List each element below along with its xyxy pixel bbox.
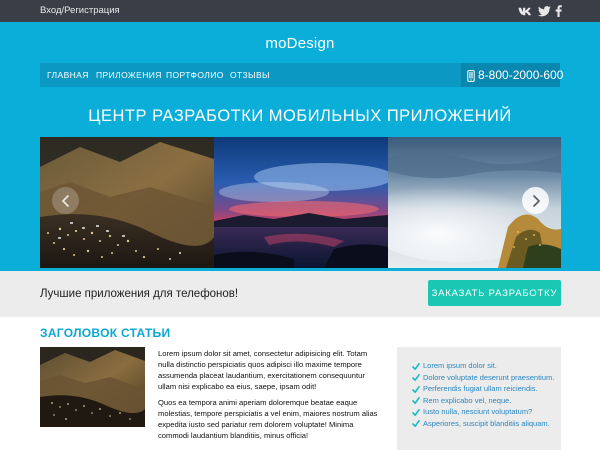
image-slider[interactable] xyxy=(40,137,561,268)
top-bar: Вход/Регистрация xyxy=(0,0,600,22)
list-item[interactable]: Perferendis fugiat ullam reiciendis. xyxy=(412,384,561,394)
article-body: Lorem ipsum dolor sit amet, consectetur … xyxy=(158,348,380,446)
hero-title: ЦЕНТР РАЗРАБОТКИ МОБИЛЬНЫХ ПРИЛОЖЕНИЙ xyxy=(88,107,512,125)
checkmark-icon xyxy=(412,397,420,404)
slider-next-button[interactable] xyxy=(522,187,549,214)
checkmark-icon xyxy=(412,385,420,393)
list-item-label: Rem explicabo vel, neque. xyxy=(423,395,512,405)
side-panel: Lorem ipsum dolor sit. Dolore voluptate … xyxy=(397,347,561,450)
article-paragraph: Quos ea tempora animi aperiam doloremque… xyxy=(158,398,378,440)
header: moDesign ГЛАВНАЯ ПРИЛОЖЕНИЯ ПОРТФОЛИО ОТ… xyxy=(0,22,600,271)
nav-item-apps[interactable]: ПРИЛОЖЕНИЯ xyxy=(96,70,162,80)
order-development-button[interactable]: ЗАКАЗАТЬ РАЗРАБОТКУ xyxy=(428,280,561,306)
twitter-icon[interactable] xyxy=(537,4,551,18)
list-item[interactable]: Dolore voluptate deserunt praesentium. xyxy=(412,373,561,383)
nav-item-portfolio[interactable]: ПОРТФОЛИО xyxy=(166,70,224,80)
nav-item-home[interactable]: ГЛАВНАЯ xyxy=(47,70,89,80)
sunset-lake-photo xyxy=(214,137,388,268)
facebook-icon[interactable] xyxy=(554,4,563,18)
article-title: ЗАГОЛОВОК СТАТЬИ xyxy=(40,326,171,340)
article-image xyxy=(40,347,145,427)
phone-box[interactable]: 8-800-2000-600 xyxy=(461,63,564,87)
cta-text: Лучшие приложения для телефонов! xyxy=(40,288,239,300)
checkmark-icon xyxy=(412,408,420,416)
login-register-link[interactable]: Вход/Регистрация xyxy=(40,5,120,16)
phone-number: 8-800-2000-600 xyxy=(478,68,564,82)
list-item-label: Asperiores, suscipit blanditiis aliquam. xyxy=(423,418,550,428)
main-nav: ГЛАВНАЯ ПРИЛОЖЕНИЯ ПОРТФОЛИО ОТЗЫВЫ 8-80… xyxy=(40,63,564,87)
list-item-label: Lorem ipsum dolor sit. xyxy=(423,361,497,370)
mountain-town-thumbnail xyxy=(40,347,145,427)
slider-prev-button[interactable] xyxy=(52,187,79,214)
article-paragraph: Lorem ipsum dolor sit amet, consectetur … xyxy=(158,349,368,391)
cta-band: Лучшие приложения для телефонов! ЗАКАЗАТ… xyxy=(0,271,600,317)
checkmark-icon xyxy=(412,374,420,381)
chevron-right-icon xyxy=(532,194,540,207)
list-item-label: Perferendis fugiat ullam reiciendis. xyxy=(423,384,538,393)
checkmark-icon xyxy=(412,420,420,427)
list-item[interactable]: Iusto nulla, nesciunt voluptatum? xyxy=(412,407,561,417)
vk-icon[interactable] xyxy=(517,4,533,18)
list-item[interactable]: Asperiores, suscipit blanditiis aliquam. xyxy=(412,419,561,429)
checkmark-icon xyxy=(412,362,420,370)
list-item-label: Iusto nulla, nesciunt voluptatum? xyxy=(423,407,533,416)
list-item[interactable]: Rem explicabo vel, neque. xyxy=(412,396,561,406)
logo[interactable]: moDesign xyxy=(0,35,600,52)
chevron-left-icon xyxy=(61,194,69,207)
list-item[interactable]: Lorem ipsum dolor sit. xyxy=(412,361,561,371)
mobile-phone-icon xyxy=(467,69,475,82)
feature-list: Lorem ipsum dolor sit. Dolore voluptate … xyxy=(412,361,561,429)
list-item-label: Dolore voluptate deserunt praesentium. xyxy=(423,372,555,382)
nav-item-reviews[interactable]: ОТЗЫВЫ xyxy=(230,70,270,80)
